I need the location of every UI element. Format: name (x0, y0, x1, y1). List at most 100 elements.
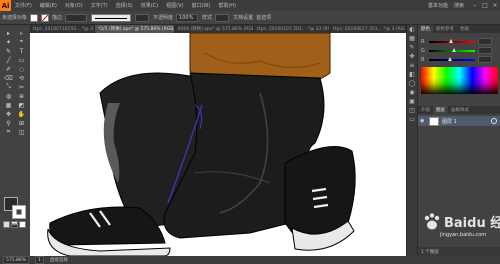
brushes-panel-icon[interactable]: ✎ (407, 43, 417, 52)
menu-window[interactable]: 窗口(W) (191, 2, 210, 9)
tab-color[interactable]: 颜色 (418, 25, 433, 33)
doc-tab-active[interactable]: *2/5 (转换).aps* @ 575.86% (RGB/预览) (95, 25, 175, 33)
stroke-profile-preview[interactable] (91, 13, 132, 22)
menu-type[interactable]: 文字(T) (91, 2, 108, 9)
magic-wand-icon[interactable]: ✦ (3, 38, 14, 46)
color-panel-icon[interactable]: ◐ (407, 25, 417, 34)
slider-label: G (421, 47, 425, 54)
artboard-canvas[interactable] (30, 33, 406, 256)
menu-object[interactable]: 对象(O) (65, 2, 83, 9)
shape-builder-icon[interactable]: ◍ (3, 92, 14, 100)
blend-tool-icon[interactable]: ✥ (3, 110, 14, 118)
fill-stroke-control[interactable] (4, 197, 26, 219)
doc-tab[interactable]: 0004 (转换).aps* @ 575.86% (RGB/预览) (175, 25, 255, 33)
layer-thumbnail (429, 116, 439, 126)
doc-tab[interactable]: ttps: 20160627 201... *@ 3 (RGB) (330, 25, 406, 33)
tab-appearance[interactable]: 外观 (418, 106, 433, 114)
color-spectrum[interactable] (421, 67, 498, 94)
menu-bar: Ai 文件(F) 编辑(E) 对象(O) 文字(T) 选择(S) 效果(C) 视… (0, 0, 500, 11)
slider-track-g[interactable] (429, 47, 475, 52)
scale-tool-icon[interactable]: ⤡ (3, 83, 14, 91)
style-picker[interactable] (215, 13, 230, 22)
slider-thumb[interactable] (452, 47, 457, 52)
mesh-tool-icon[interactable]: ▦ (3, 101, 14, 109)
slice-tool-icon[interactable]: ⌗ (3, 128, 14, 136)
stroke-box[interactable] (12, 205, 26, 219)
stroke-weight-field[interactable] (65, 13, 88, 22)
gradient-panel-icon[interactable]: ◧ (407, 70, 417, 79)
paw-icon (424, 213, 440, 230)
artboard-tool-icon[interactable]: ⊞ (16, 119, 27, 127)
blob-brush-icon[interactable]: ◌ (16, 65, 27, 73)
transparency-panel-icon[interactable]: ◯ (407, 79, 417, 88)
preferences-button[interactable]: 首选项 (256, 14, 271, 21)
slider-thumb[interactable] (447, 56, 452, 61)
slider-track-b[interactable] (429, 56, 475, 61)
hand-tool-icon[interactable]: ✋ (16, 110, 27, 118)
none-mode-button[interactable] (19, 221, 26, 228)
tab-swatches[interactable]: 色板 (457, 25, 472, 33)
selection-status: 未选择对象 (2, 15, 28, 21)
workspace-switcher[interactable]: 基本功能 (428, 2, 448, 9)
pen-tool-icon[interactable]: ✎ (3, 47, 14, 55)
color-mode-button[interactable] (3, 221, 10, 228)
gradient-tool-icon[interactable]: ◩ (16, 101, 27, 109)
layer-row[interactable]: ◉ 图层 1 (418, 116, 500, 126)
doc-tab[interactable]: ttps: 20160107 201... *@ 33 (RGB) (254, 25, 331, 33)
slider-value-r[interactable] (478, 38, 492, 45)
direct-selection-tool-icon[interactable]: ▹ (16, 29, 27, 37)
slider-b: B (418, 55, 500, 64)
swatches-panel-icon[interactable]: ▦ (407, 34, 417, 43)
layer-name[interactable]: 图层 1 (442, 118, 457, 125)
layers-panel-icon[interactable]: ◫ (407, 106, 417, 115)
rectangle-tool-icon[interactable]: ▭ (16, 56, 27, 64)
rotate-tool-icon[interactable]: ⟲ (16, 74, 27, 82)
slider-value-b[interactable] (478, 56, 492, 63)
tab-artboards[interactable]: 画板样式 (448, 106, 472, 114)
symbols-panel-icon[interactable]: ✤ (407, 52, 417, 61)
screen-mode-icon[interactable]: ◫ (16, 128, 27, 136)
eraser-icon[interactable]: ⌫ (3, 74, 14, 82)
slider-value-g[interactable] (478, 47, 492, 54)
stroke-panel-icon[interactable]: ≡ (407, 61, 417, 70)
minimize-icon[interactable]: – (470, 2, 480, 9)
menu-view[interactable]: 视图(V) (166, 2, 183, 9)
menu-help[interactable]: 帮助(H) (218, 2, 236, 9)
slider-r: R (418, 37, 500, 46)
doc-settings-button[interactable]: 文档设置 (233, 14, 253, 21)
line-tool-icon[interactable]: ╱ (3, 56, 14, 64)
slider-label: B (421, 56, 425, 63)
menu-file[interactable]: 文件(F) (15, 2, 32, 9)
tab-layers[interactable]: 图层 (433, 106, 448, 114)
menu-edit[interactable]: 编辑(E) (40, 2, 57, 9)
pencil-tool-icon[interactable]: ✐ (3, 65, 14, 73)
graphic-styles-icon[interactable]: ▣ (407, 97, 417, 106)
search-label[interactable]: 搜索 (454, 2, 464, 9)
fill-swatch[interactable] (30, 13, 39, 22)
perspective-grid-icon[interactable]: ⊕ (16, 92, 27, 100)
selection-tool-icon[interactable]: ▸ (3, 29, 14, 37)
brush-definition-field[interactable] (135, 13, 150, 22)
artboard-nav-field[interactable]: 1 (35, 256, 44, 264)
menu-select[interactable]: 选择(S) (116, 2, 133, 9)
doc-tab[interactable]: ttps: 20180710150... *@ 33 (RGB/预览) (30, 25, 96, 33)
artboards-panel-icon[interactable]: ▭ (407, 115, 417, 124)
menu-effect[interactable]: 效果(C) (141, 2, 158, 9)
zoom-tool-icon[interactable]: ⚲ (3, 119, 14, 127)
stroke-swatch[interactable] (41, 13, 50, 22)
tab-color-guide[interactable]: 颜色参考 (433, 25, 457, 33)
zoom-field[interactable]: 575.86% (3, 256, 30, 264)
target-icon[interactable] (491, 118, 497, 124)
slider-track-r[interactable] (429, 38, 475, 43)
lasso-icon[interactable]: ⌖ (16, 38, 27, 46)
close-icon[interactable]: × (490, 2, 500, 9)
gradient-mode-button[interactable] (11, 221, 18, 228)
slider-thumb[interactable] (448, 38, 453, 43)
maximize-icon[interactable]: □ (480, 2, 490, 9)
app-logo: Ai (0, 0, 11, 11)
type-tool-icon[interactable]: T (16, 47, 27, 55)
scissors-icon[interactable]: ✂ (16, 83, 27, 91)
appearance-panel-icon[interactable]: ◉ (407, 88, 417, 97)
opacity-field[interactable]: 100% (176, 13, 199, 22)
eye-icon[interactable]: ◉ (420, 118, 426, 124)
